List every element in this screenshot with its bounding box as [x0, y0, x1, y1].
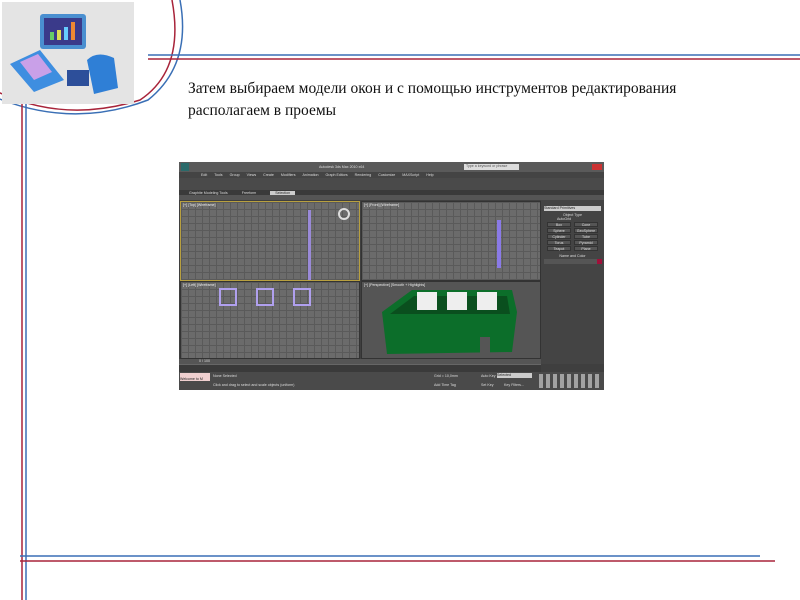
plane-button[interactable]: Plane [574, 246, 598, 251]
window-title: Autodesk 3ds Max 2010 x64 [319, 165, 365, 169]
cylinder-button[interactable]: Cylinder [547, 234, 571, 239]
menu-modifiers[interactable]: Modifiers [281, 173, 296, 177]
color-swatch[interactable] [597, 259, 602, 264]
torus-button[interactable]: Torus [547, 240, 571, 245]
menu-tools[interactable]: Tools [214, 173, 222, 177]
menu-customize[interactable]: Customize [378, 173, 395, 177]
tube-button[interactable]: Tube [574, 234, 598, 239]
menu-views[interactable]: Views [247, 173, 257, 177]
title-bar: Autodesk 3ds Max 2010 x64 Type a keyword… [179, 162, 604, 172]
viewport-left[interactable]: [+] [Left] [Wireframe] [180, 281, 360, 359]
viewport-label: [+] [Left] [Wireframe] [183, 283, 216, 287]
selection-status: None Selected [213, 374, 237, 378]
3ds-max-screenshot: Autodesk 3ds Max 2010 x64 Type a keyword… [179, 162, 604, 390]
sphere-button[interactable]: Sphere [547, 228, 571, 233]
prompt-line: Click and drag to select and scale objec… [213, 383, 295, 387]
viewport-perspective[interactable]: [+] [Perspective] [Smooth + Highlights] [361, 281, 541, 359]
name-color-header: Name and Color [559, 254, 586, 258]
add-time-tag[interactable]: Add Time Tag [434, 383, 456, 387]
viewport-front[interactable]: [+] [Front] [Wireframe] [361, 201, 541, 281]
teapot-button[interactable]: Teapot [547, 246, 571, 251]
pyramid-button[interactable]: Pyramid [574, 240, 598, 245]
menu-edit[interactable]: Edit [201, 173, 207, 177]
close-button[interactable] [592, 164, 602, 170]
tab-freeform[interactable]: Freeform [242, 191, 257, 195]
command-panel: Standard Primitives Object Type AutoGrid… [541, 200, 604, 364]
computer-clipart-logo [2, 2, 134, 104]
key-filters-button[interactable]: Key Filters... [504, 383, 524, 387]
selected-dropdown[interactable]: Selected [497, 373, 532, 378]
track-bar[interactable] [179, 364, 541, 372]
viewport-label: [+] [Front] [Wireframe] [364, 203, 400, 207]
search-input[interactable]: Type a keyword or phrase [464, 164, 519, 170]
main-toolbar[interactable] [179, 178, 604, 190]
menu-rendering[interactable]: Rendering [355, 173, 372, 177]
menu-group[interactable]: Group [230, 173, 240, 177]
playback-controls[interactable] [539, 374, 599, 388]
grid-readout: Grid = 10,0mm [434, 374, 458, 378]
tab-selection[interactable]: Selection [270, 190, 296, 195]
viewcube-icon[interactable] [338, 208, 350, 220]
menu-help[interactable]: Help [426, 173, 433, 177]
viewport-label: [+] [Top] [Wireframe] [183, 203, 216, 207]
primitives-dropdown[interactable]: Standard Primitives [544, 206, 601, 211]
cone-button[interactable]: Cone [574, 222, 598, 227]
box-button[interactable]: Box [547, 222, 571, 227]
tab-graphite-modeling-tools[interactable]: Graphite Modeling Tools [189, 191, 228, 195]
green-walls-model [382, 290, 517, 354]
geosphere-button[interactable]: GeoSphere [574, 228, 598, 233]
name-input[interactable] [544, 259, 602, 264]
maxscript-listener[interactable]: Welcome to M [180, 373, 210, 381]
slide-caption: Затем выбираем модели окон и с помощью и… [188, 80, 677, 119]
menu-maxscript[interactable]: MAXScript [402, 173, 419, 177]
app-logo-icon [181, 163, 189, 171]
menu-create[interactable]: Create [263, 173, 274, 177]
set-key-button[interactable]: Set Key [481, 383, 494, 387]
viewport-top[interactable]: [+] [Top] [Wireframe] [180, 201, 360, 281]
menu-animation[interactable]: Animation [303, 173, 319, 177]
status-bar: Welcome to M None Selected Click and dra… [179, 372, 604, 390]
frame-counter: 0 / 100 [199, 359, 210, 363]
menu-graph-editors[interactable]: Graph Editors [326, 173, 348, 177]
auto-key-button[interactable]: Auto Key [481, 374, 496, 378]
